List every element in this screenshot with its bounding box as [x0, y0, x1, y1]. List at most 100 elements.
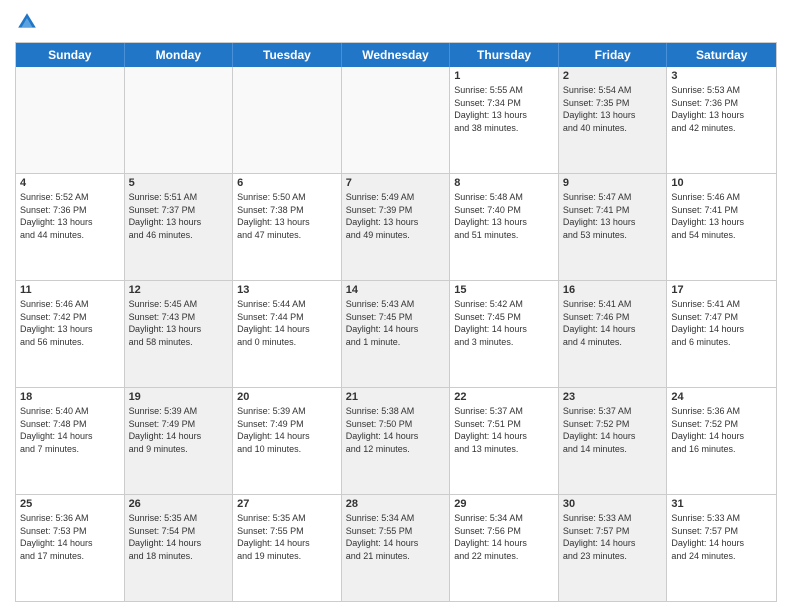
cell-info: Sunrise: 5:50 AM Sunset: 7:38 PM Dayligh…: [237, 191, 337, 241]
day-number: 5: [129, 177, 229, 189]
cell-info: Sunrise: 5:44 AM Sunset: 7:44 PM Dayligh…: [237, 298, 337, 348]
cell-info: Sunrise: 5:51 AM Sunset: 7:37 PM Dayligh…: [129, 191, 229, 241]
day-number: 21: [346, 391, 446, 403]
cell-info: Sunrise: 5:42 AM Sunset: 7:45 PM Dayligh…: [454, 298, 554, 348]
cell-info: Sunrise: 5:34 AM Sunset: 7:56 PM Dayligh…: [454, 512, 554, 562]
cal-cell-empty: [16, 67, 125, 173]
header-day-wednesday: Wednesday: [342, 43, 451, 67]
cal-row-2: 11 Sunrise: 5:46 AM Sunset: 7:42 PM Dayli…: [16, 281, 776, 388]
cell-info: Sunrise: 5:46 AM Sunset: 7:42 PM Dayligh…: [20, 298, 120, 348]
day-number: 4: [20, 177, 120, 189]
cell-info: Sunrise: 5:49 AM Sunset: 7:39 PM Dayligh…: [346, 191, 446, 241]
day-number: 25: [20, 498, 120, 510]
cell-info: Sunrise: 5:53 AM Sunset: 7:36 PM Dayligh…: [671, 84, 772, 134]
cell-info: Sunrise: 5:33 AM Sunset: 7:57 PM Dayligh…: [671, 512, 772, 562]
cell-info: Sunrise: 5:33 AM Sunset: 7:57 PM Dayligh…: [563, 512, 663, 562]
cal-cell-day-31: 31 Sunrise: 5:33 AM Sunset: 7:57 PM Dayli…: [667, 495, 776, 601]
cal-row-1: 4Sunrise: 5:52 AM Sunset: 7:36 PM Daylig…: [16, 174, 776, 281]
header-day-friday: Friday: [559, 43, 668, 67]
cal-cell-day-1: 1 Sunrise: 5:55 AM Sunset: 7:34 PM Daylig…: [450, 67, 559, 173]
cal-cell-empty: [233, 67, 342, 173]
cal-cell-day-9: 9 Sunrise: 5:47 AM Sunset: 7:41 PM Daylig…: [559, 174, 668, 280]
cal-cell-day-16: 16 Sunrise: 5:41 AM Sunset: 7:46 PM Dayli…: [559, 281, 668, 387]
page: SundayMondayTuesdayWednesdayThursdayFrid…: [0, 0, 792, 612]
cal-cell-day-26: 26Sunrise: 5:35 AM Sunset: 7:54 PM Dayli…: [125, 495, 234, 601]
cal-cell-day-18: 18 Sunrise: 5:40 AM Sunset: 7:48 PM Dayli…: [16, 388, 125, 494]
day-number: 28: [346, 498, 446, 510]
cell-info: Sunrise: 5:41 AM Sunset: 7:46 PM Dayligh…: [563, 298, 663, 348]
logo: [15, 10, 43, 34]
cal-cell-day-21: 21Sunrise: 5:38 AM Sunset: 7:50 PM Dayli…: [342, 388, 451, 494]
day-number: 8: [454, 177, 554, 189]
day-number: 27: [237, 498, 337, 510]
day-number: 16: [563, 284, 663, 296]
day-number: 20: [237, 391, 337, 403]
calendar-header: SundayMondayTuesdayWednesdayThursdayFrid…: [16, 43, 776, 67]
day-number: 7: [346, 177, 446, 189]
header: [15, 10, 777, 34]
header-day-sunday: Sunday: [16, 43, 125, 67]
day-number: 3: [671, 70, 772, 82]
cell-info: Sunrise: 5:45 AM Sunset: 7:43 PM Dayligh…: [129, 298, 229, 348]
cell-info: Sunrise: 5:39 AM Sunset: 7:49 PM Dayligh…: [129, 405, 229, 455]
cell-info: Sunrise: 5:37 AM Sunset: 7:52 PM Dayligh…: [563, 405, 663, 455]
cell-info: Sunrise: 5:34 AM Sunset: 7:55 PM Dayligh…: [346, 512, 446, 562]
cal-cell-day-7: 7 Sunrise: 5:49 AM Sunset: 7:39 PM Daylig…: [342, 174, 451, 280]
day-number: 31: [671, 498, 772, 510]
header-day-thursday: Thursday: [450, 43, 559, 67]
day-number: 23: [563, 391, 663, 403]
cal-cell-day-24: 24 Sunrise: 5:36 AM Sunset: 7:52 PM Dayli…: [667, 388, 776, 494]
cal-row-3: 18 Sunrise: 5:40 AM Sunset: 7:48 PM Dayli…: [16, 388, 776, 495]
cell-info: Sunrise: 5:36 AM Sunset: 7:52 PM Dayligh…: [671, 405, 772, 455]
cal-cell-day-17: 17 Sunrise: 5:41 AM Sunset: 7:47 PM Dayli…: [667, 281, 776, 387]
day-number: 10: [671, 177, 772, 189]
cal-cell-day-22: 22Sunrise: 5:37 AM Sunset: 7:51 PM Dayli…: [450, 388, 559, 494]
cell-info: Sunrise: 5:39 AM Sunset: 7:49 PM Dayligh…: [237, 405, 337, 455]
cal-cell-day-19: 19 Sunrise: 5:39 AM Sunset: 7:49 PM Dayli…: [125, 388, 234, 494]
cal-cell-day-5: 5 Sunrise: 5:51 AM Sunset: 7:37 PM Daylig…: [125, 174, 234, 280]
logo-icon: [15, 10, 39, 34]
day-number: 2: [563, 70, 663, 82]
header-day-tuesday: Tuesday: [233, 43, 342, 67]
cal-cell-day-29: 29 Sunrise: 5:34 AM Sunset: 7:56 PM Dayli…: [450, 495, 559, 601]
cal-row-0: 1 Sunrise: 5:55 AM Sunset: 7:34 PM Daylig…: [16, 67, 776, 174]
cell-info: Sunrise: 5:36 AM Sunset: 7:53 PM Dayligh…: [20, 512, 120, 562]
cal-row-4: 25 Sunrise: 5:36 AM Sunset: 7:53 PM Dayli…: [16, 495, 776, 601]
cell-info: Sunrise: 5:40 AM Sunset: 7:48 PM Dayligh…: [20, 405, 120, 455]
day-number: 14: [346, 284, 446, 296]
day-number: 24: [671, 391, 772, 403]
calendar-body: 1 Sunrise: 5:55 AM Sunset: 7:34 PM Daylig…: [16, 67, 776, 601]
day-number: 17: [671, 284, 772, 296]
calendar: SundayMondayTuesdayWednesdayThursdayFrid…: [15, 42, 777, 602]
day-number: 29: [454, 498, 554, 510]
day-number: 19: [129, 391, 229, 403]
cell-info: Sunrise: 5:47 AM Sunset: 7:41 PM Dayligh…: [563, 191, 663, 241]
cell-info: Sunrise: 5:41 AM Sunset: 7:47 PM Dayligh…: [671, 298, 772, 348]
cell-info: Sunrise: 5:46 AM Sunset: 7:41 PM Dayligh…: [671, 191, 772, 241]
cell-info: Sunrise: 5:37 AM Sunset: 7:51 PM Dayligh…: [454, 405, 554, 455]
cal-cell-day-14: 14 Sunrise: 5:43 AM Sunset: 7:45 PM Dayli…: [342, 281, 451, 387]
header-day-saturday: Saturday: [667, 43, 776, 67]
cal-cell-empty: [125, 67, 234, 173]
day-number: 30: [563, 498, 663, 510]
cell-info: Sunrise: 5:43 AM Sunset: 7:45 PM Dayligh…: [346, 298, 446, 348]
cell-info: Sunrise: 5:55 AM Sunset: 7:34 PM Dayligh…: [454, 84, 554, 134]
cal-cell-day-13: 13Sunrise: 5:44 AM Sunset: 7:44 PM Dayli…: [233, 281, 342, 387]
cal-cell-day-12: 12Sunrise: 5:45 AM Sunset: 7:43 PM Dayli…: [125, 281, 234, 387]
day-number: 11: [20, 284, 120, 296]
cal-cell-day-20: 20 Sunrise: 5:39 AM Sunset: 7:49 PM Dayli…: [233, 388, 342, 494]
cell-info: Sunrise: 5:48 AM Sunset: 7:40 PM Dayligh…: [454, 191, 554, 241]
day-number: 1: [454, 70, 554, 82]
cal-cell-day-11: 11 Sunrise: 5:46 AM Sunset: 7:42 PM Dayli…: [16, 281, 125, 387]
cal-cell-day-23: 23 Sunrise: 5:37 AM Sunset: 7:52 PM Dayli…: [559, 388, 668, 494]
cal-cell-day-2: 2 Sunrise: 5:54 AM Sunset: 7:35 PM Daylig…: [559, 67, 668, 173]
cell-info: Sunrise: 5:54 AM Sunset: 7:35 PM Dayligh…: [563, 84, 663, 134]
day-number: 18: [20, 391, 120, 403]
cal-cell-day-4: 4Sunrise: 5:52 AM Sunset: 7:36 PM Daylig…: [16, 174, 125, 280]
cell-info: Sunrise: 5:35 AM Sunset: 7:54 PM Dayligh…: [129, 512, 229, 562]
day-number: 15: [454, 284, 554, 296]
day-number: 6: [237, 177, 337, 189]
cal-cell-day-3: 3 Sunrise: 5:53 AM Sunset: 7:36 PM Daylig…: [667, 67, 776, 173]
cal-cell-day-27: 27Sunrise: 5:35 AM Sunset: 7:55 PM Dayli…: [233, 495, 342, 601]
day-number: 9: [563, 177, 663, 189]
